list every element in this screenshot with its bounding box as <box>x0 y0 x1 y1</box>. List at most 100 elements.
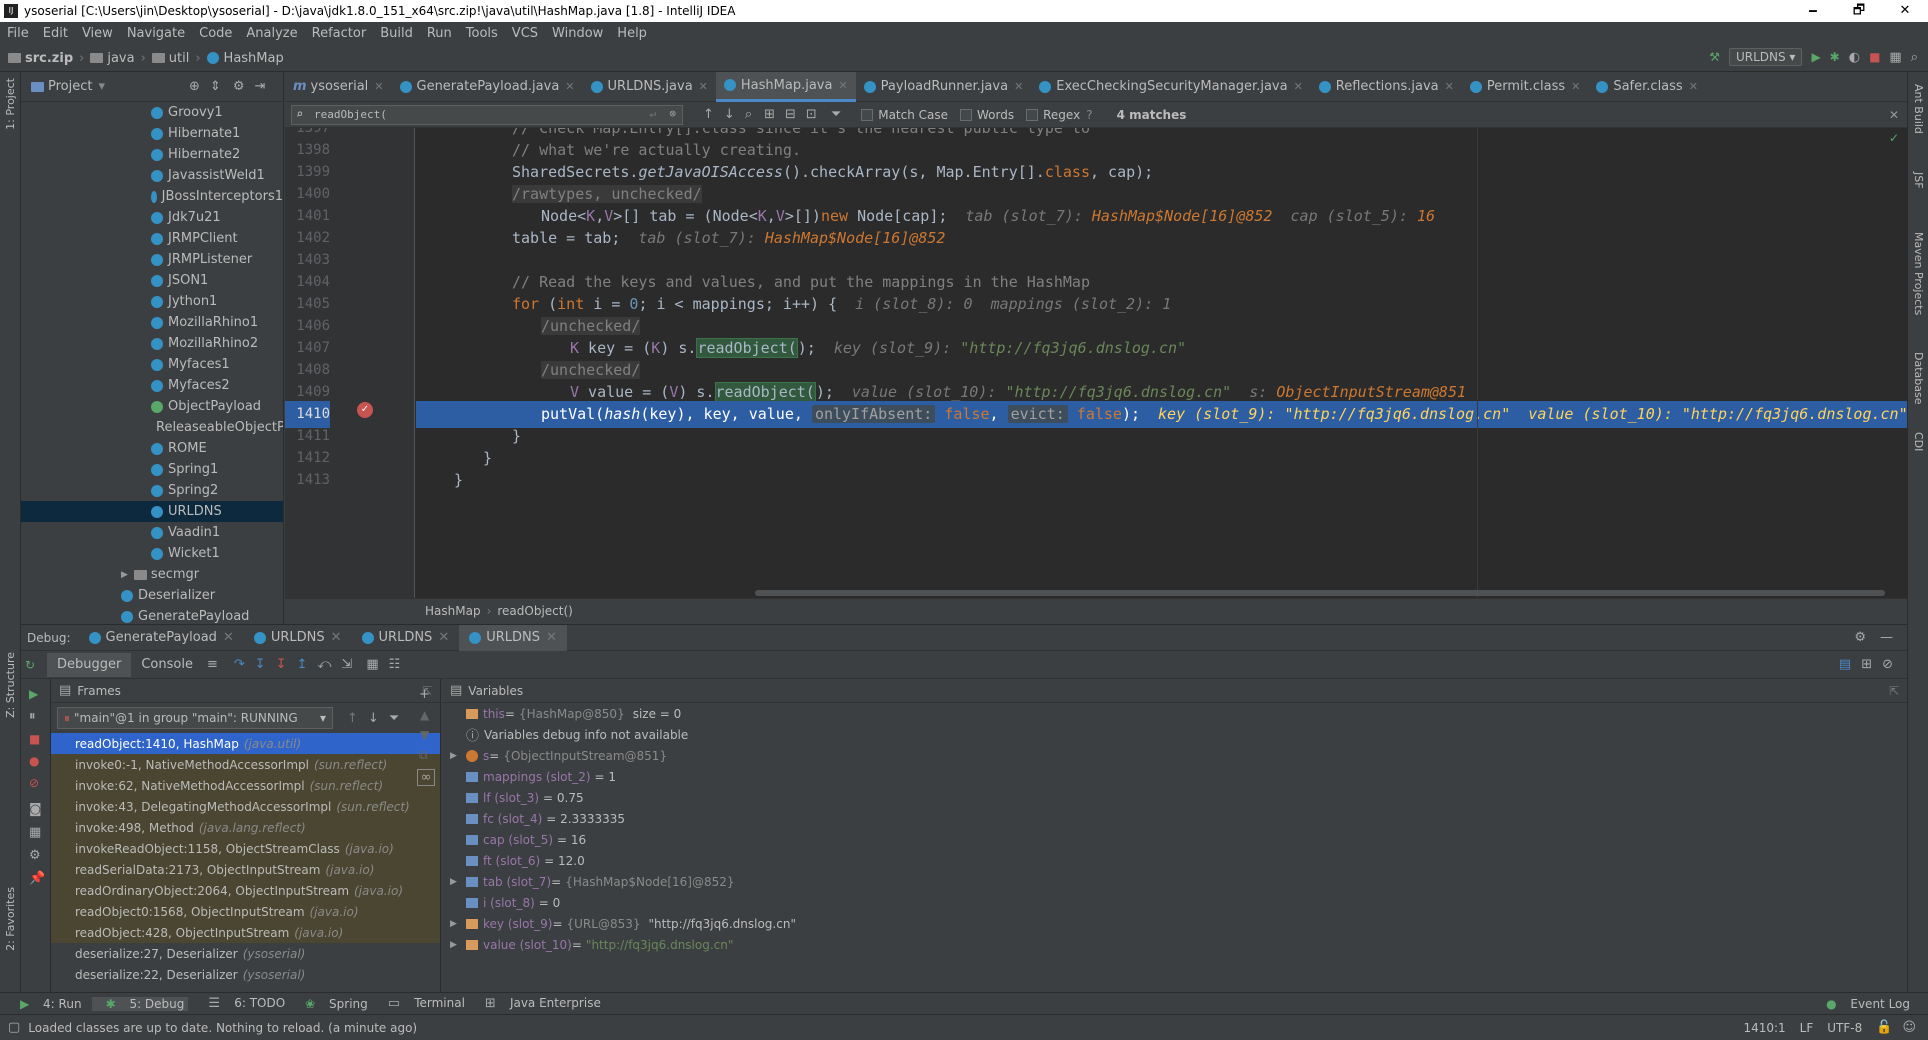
structure-tool-tab[interactable]: Z: Structure <box>4 652 17 718</box>
checkbox[interactable] <box>1026 108 1039 121</box>
menu-analyze[interactable]: Analyze <box>239 26 304 41</box>
file-encoding[interactable]: UTF-8 <box>1827 1021 1862 1035</box>
tree-item[interactable]: JRMPClient <box>21 228 283 249</box>
inspection-ok-icon[interactable]: ✓ <box>1889 131 1899 145</box>
stack-frame[interactable]: readSerialData:2173, ObjectInputStream (j… <box>51 859 440 880</box>
expand-arrow-icon[interactable]: ▶ <box>121 570 128 580</box>
menu-window[interactable]: Window <box>545 26 610 41</box>
layout-icon[interactable]: ▦ <box>29 825 50 840</box>
crumb-hashmap[interactable]: HashMap <box>224 51 284 66</box>
session-tab-active[interactable]: URLDNS ✕ <box>459 624 567 651</box>
move-up-icon[interactable]: ▲ <box>420 708 440 722</box>
variable-row[interactable]: ▶ key (slot_9) = {URL@853} "http://fq3jq6.… <box>450 913 1907 934</box>
breakpoint-icon[interactable]: ✓ <box>357 402 373 418</box>
filter-icon[interactable]: ⏷ <box>831 107 841 122</box>
previous-occurrence-icon[interactable]: ↑ <box>703 107 714 122</box>
coverage-icon[interactable]: ◐ <box>1849 50 1860 65</box>
horizontal-scrollbar[interactable] <box>755 590 1885 596</box>
collapse-all-icon[interactable]: ⇕ <box>210 79 221 94</box>
next-occurrence-icon[interactable]: ↓ <box>724 107 735 122</box>
crumb-java[interactable]: java <box>107 51 134 66</box>
restore-layout-icon[interactable]: ⊞ <box>1861 657 1872 672</box>
minimize-button[interactable]: 🗕 <box>1790 0 1836 22</box>
new-watch-icon[interactable]: + <box>419 687 440 702</box>
gear-icon[interactable]: ⚙ <box>233 79 245 94</box>
terminal-tool-tab[interactable]: ▭ Terminal <box>378 996 465 1011</box>
variable-row[interactable]: ▶ value (slot_10) = "http://fq3jq6.dnslog… <box>450 934 1907 955</box>
run-to-cursor-icon[interactable]: ⇲ <box>341 657 352 672</box>
tree-item[interactable]: Jdk7u21 <box>21 207 283 228</box>
java-enterprise-tool-tab[interactable]: ⊞ Java Enterprise <box>475 996 601 1011</box>
tree-item[interactable]: Vaadin1 <box>21 522 283 543</box>
expand-arrow-icon[interactable]: ▶ <box>450 877 462 887</box>
tree-item[interactable]: JRMPListener <box>21 249 283 270</box>
cdi-tool-tab[interactable]: CDI <box>1912 432 1925 451</box>
tree-item[interactable]: Spring1 <box>21 459 283 480</box>
checkbox[interactable] <box>960 108 973 121</box>
close-find-icon[interactable]: ✕ <box>1889 108 1899 122</box>
settings-icon[interactable]: ⚙ <box>29 848 50 863</box>
menu-icon[interactable]: ≡ <box>207 657 218 672</box>
tree-item[interactable]: Spring2 <box>21 480 283 501</box>
close-tab-icon[interactable]: ✕ <box>546 630 557 645</box>
view-breakpoints-icon[interactable]: ● <box>29 754 50 768</box>
caret-position[interactable]: 1410:1 <box>1743 1021 1785 1035</box>
locate-icon[interactable]: ⊕ <box>189 79 200 94</box>
tree-item[interactable]: Hibernate1 <box>21 123 283 144</box>
variable-row[interactable]: ▶ s = {ObjectInputStream@851} <box>450 745 1907 766</box>
close-tab-icon[interactable]: ✕ <box>223 630 234 645</box>
step-out-icon[interactable]: ↥ <box>297 657 308 672</box>
tree-item[interactable]: MozillaRhino2 <box>21 333 283 354</box>
show-watches-icon[interactable]: ∞ <box>417 769 435 786</box>
tree-item[interactable]: Hibernate2 <box>21 144 283 165</box>
tree-item[interactable]: Groovy1 <box>21 102 283 123</box>
close-tab-icon[interactable]: ✕ <box>565 80 574 93</box>
crumb-src-zip[interactable]: src.zip <box>25 51 73 66</box>
stack-frame[interactable]: invoke0:-1, NativeMethodAccessorImpl (sun… <box>51 754 440 775</box>
variable-row[interactable]: cap (slot_5) = 16 <box>450 829 1907 850</box>
menu-navigate[interactable]: Navigate <box>120 26 192 41</box>
tree-item[interactable]: ROME <box>21 438 283 459</box>
code-area[interactable]: // Check Map.Entry[].class since it's th… <box>416 128 1907 598</box>
stack-frame[interactable]: deserialize:22, Deserializer (ysoserial) <box>51 964 440 985</box>
tree-item[interactable]: Myfaces2 <box>21 375 283 396</box>
close-tab-icon[interactable]: ✕ <box>331 630 342 645</box>
run-tool-tab[interactable]: ▶ 4: Run <box>10 997 82 1011</box>
chevron-down-icon[interactable]: ▾ <box>98 79 105 94</box>
hide-panel-icon[interactable]: — <box>1880 630 1893 645</box>
stack-frame[interactable]: invokeReadObject:1158, ObjectStreamClass… <box>51 838 440 859</box>
close-tab-icon[interactable]: ✕ <box>699 80 708 93</box>
tree-item[interactable]: Deserializer <box>21 585 283 606</box>
regex-help-icon[interactable]: ? <box>1086 108 1092 122</box>
newline-icon[interactable]: ↵ <box>649 107 656 120</box>
menu-file[interactable]: File <box>0 26 36 41</box>
variable-row[interactable]: ▶ tab (slot_7) = {HashMap$Node[16]@852} <box>450 871 1907 892</box>
variable-row[interactable]: ft (slot_6) = 12.0 <box>450 850 1907 871</box>
stack-frame[interactable]: invoke:498, Method (java.lang.reflect) <box>51 817 440 838</box>
filter-icon[interactable]: ⏷ <box>389 711 399 726</box>
project-view-select[interactable]: Project <box>48 79 92 94</box>
variable-row[interactable]: ⓘ Variables debug info not available <box>450 724 1907 745</box>
crumb-class[interactable]: HashMap <box>425 604 481 618</box>
pin-icon[interactable]: 📌 <box>29 871 50 886</box>
expand-arrow-icon[interactable]: ▶ <box>450 919 462 929</box>
run-icon[interactable]: ▶ <box>1811 50 1820 64</box>
maven-tool-tab[interactable]: Maven Projects <box>1912 232 1925 315</box>
step-over-icon[interactable]: ↷ <box>234 657 245 672</box>
checkbox[interactable] <box>861 108 874 121</box>
variable-row[interactable]: fc (slot_4) = 2.3333335 <box>450 808 1907 829</box>
editor-tab[interactable]: ExecCheckingSecurityManager.java ✕ <box>1031 72 1311 102</box>
find-input[interactable]: ⌕ readObject( ↵ ⊗ <box>291 104 683 125</box>
close-tab-icon[interactable]: ✕ <box>1571 80 1580 93</box>
evaluate-expression-icon[interactable]: ▦ <box>366 657 378 672</box>
event-log-tool-tab[interactable]: ● Event Log <box>1816 997 1910 1011</box>
clear-search-icon[interactable]: ⊗ <box>669 107 676 120</box>
tree-item[interactable]: JSON1 <box>21 270 283 291</box>
rerun-icon[interactable]: ↻ <box>25 658 47 672</box>
mute-breakpoints-icon[interactable]: ⊘ <box>29 776 50 790</box>
regex-option[interactable]: Regex? <box>1026 108 1093 122</box>
mute-icon[interactable]: ⊘ <box>1882 657 1893 672</box>
move-down-icon[interactable]: ▼ <box>420 728 440 742</box>
status-message[interactable]: Loaded classes are up to date. Nothing t… <box>28 1021 417 1035</box>
stop-icon[interactable]: ■ <box>1869 50 1880 64</box>
